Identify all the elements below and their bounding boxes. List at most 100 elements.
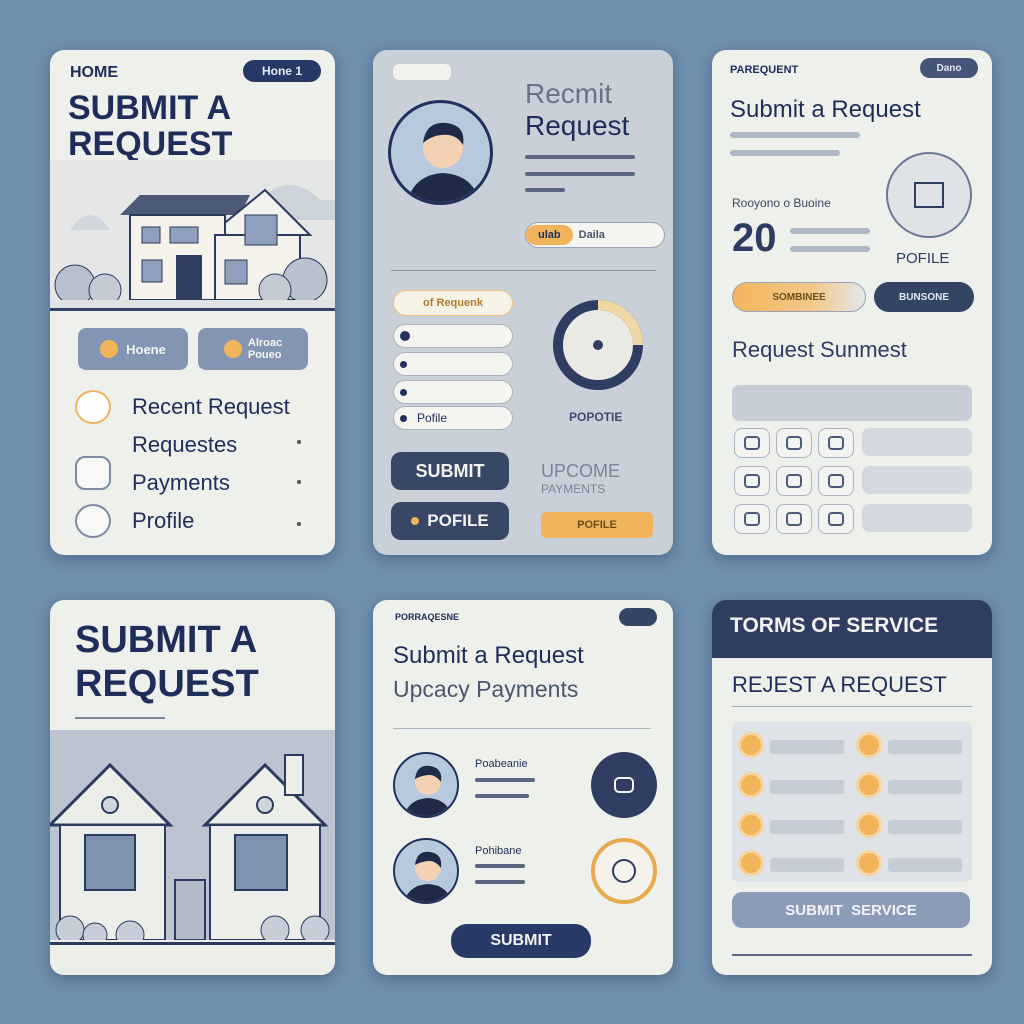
menu-label-profile: Profile (132, 508, 195, 533)
request-field[interactable]: of Requenk (393, 290, 513, 316)
divider (732, 954, 972, 956)
text-line (730, 132, 860, 138)
menu-item-profile[interactable]: Profile (75, 502, 325, 540)
text-line (475, 778, 535, 782)
text-line (770, 780, 844, 794)
divider (50, 308, 335, 311)
page-title: Recmit Request (525, 78, 629, 142)
text-line (888, 780, 962, 794)
header-label: PAREQUENT (730, 64, 799, 76)
profile-button[interactable]: POFILE (391, 502, 509, 540)
header-title: TORMS OF SERVICE (730, 614, 939, 637)
header-badge[interactable]: Dano (920, 58, 978, 78)
house-illustration (50, 160, 335, 310)
section-title: Request Sunmest (732, 337, 907, 362)
tile[interactable] (776, 504, 812, 534)
profile-button-icon (223, 340, 242, 358)
orange-button-label: ulab (526, 225, 573, 245)
houses-illustration (50, 730, 335, 975)
home-badge[interactable]: Hone 1 (243, 60, 321, 82)
subtitle: Upcacy Payments (393, 676, 579, 702)
text-line (770, 820, 844, 834)
orange-button[interactable]: SOMBINEE (732, 282, 866, 312)
coin-icon (856, 812, 882, 838)
text-line (475, 794, 529, 798)
tile[interactable] (734, 428, 770, 458)
title-line-1: SUBMIT A (75, 619, 258, 661)
clock-icon[interactable] (591, 838, 657, 904)
table-header (732, 385, 972, 421)
page-title: Submit a Request (393, 642, 584, 669)
divider (391, 270, 656, 271)
toggle-badge[interactable] (619, 608, 657, 626)
profile-label: POFILE (896, 250, 950, 267)
dot-icon (400, 360, 407, 368)
text-line (525, 172, 635, 176)
title-line-2: Request (525, 110, 630, 141)
home-button-icon (100, 340, 119, 358)
list-item[interactable] (393, 380, 513, 404)
person-name: Poabeanie (475, 758, 528, 770)
progress-donut (553, 300, 643, 390)
profile-orange-button[interactable]: POFILE (541, 512, 653, 538)
white-button-label[interactable]: Daila (579, 229, 605, 241)
header-label: PORRAQESNE (395, 612, 460, 622)
title-line-2: REQUEST (75, 663, 259, 705)
table-row[interactable] (862, 466, 972, 494)
submit-button[interactable]: SUBMIT (451, 924, 591, 958)
list-item[interactable] (393, 324, 513, 348)
list-item[interactable] (393, 352, 513, 376)
profile-button-label: POFILE (427, 511, 489, 530)
home-label[interactable]: HOME (70, 64, 118, 82)
card-recmit-request: Recmit Request ulab Daila of Requenk Pof… (373, 50, 673, 555)
image-icon (75, 456, 111, 490)
submit-button[interactable]: SUBMIT (391, 452, 509, 490)
tile[interactable] (776, 428, 812, 458)
submit-service-button[interactable]: SUBMIT SERVICE (732, 892, 970, 928)
card-submit-request-5: PORRAQESNE Submit a Request Upcacy Payme… (373, 600, 673, 975)
camera-icon (75, 504, 111, 538)
profile-button[interactable]: Alroac Poueo (198, 328, 308, 370)
upcoming-line-2: PAYMENTS (541, 482, 606, 496)
tile[interactable] (734, 504, 770, 534)
title-line-1: SUBMIT A (68, 89, 232, 127)
divider (732, 706, 972, 707)
page-title: REJEST A REQUEST (732, 672, 947, 697)
coin-icon (738, 732, 764, 758)
page-title: SUBMIT A REQUEST (68, 90, 232, 162)
text-line (525, 155, 635, 159)
orange-button[interactable]: ulab Daila (525, 222, 665, 248)
list-item-label: Pofile (417, 411, 448, 425)
list-item-profile[interactable]: Pofile (393, 406, 513, 430)
card-terms-of-service: TORMS OF SERVICE REJEST A REQUEST SUBMIT… (712, 600, 992, 975)
upcoming-line-1: UPCOME (541, 461, 621, 481)
text-line (790, 246, 870, 252)
text-line (770, 740, 844, 754)
chevron-icon (297, 522, 301, 526)
divider (393, 728, 651, 729)
tile[interactable] (734, 466, 770, 496)
dot-icon (411, 517, 420, 525)
text-line (790, 228, 870, 234)
navy-button[interactable]: BUNSONE (874, 282, 974, 312)
dot-icon (400, 388, 407, 396)
big-number: 20 (732, 216, 777, 260)
menu-label-recent: Recent Request (132, 394, 290, 419)
title-line-1: Recmit (525, 78, 613, 109)
menu-item-payments[interactable]: Payments (75, 452, 325, 495)
tile[interactable] (776, 466, 812, 496)
text-line (475, 880, 525, 884)
text-line (525, 188, 565, 192)
tile[interactable] (818, 466, 854, 496)
text-line (888, 740, 962, 754)
menu-label-payments: Payments (132, 470, 230, 495)
text-line (730, 150, 840, 156)
camera-icon[interactable] (591, 752, 657, 818)
tile[interactable] (818, 504, 854, 534)
person-name: Pohibane (475, 845, 522, 857)
menu-item-recent[interactable]: Recent Request (75, 388, 325, 424)
table-row[interactable] (862, 428, 972, 456)
table-row[interactable] (862, 504, 972, 532)
home-button[interactable]: Hoene (78, 328, 188, 370)
tile[interactable] (818, 428, 854, 458)
